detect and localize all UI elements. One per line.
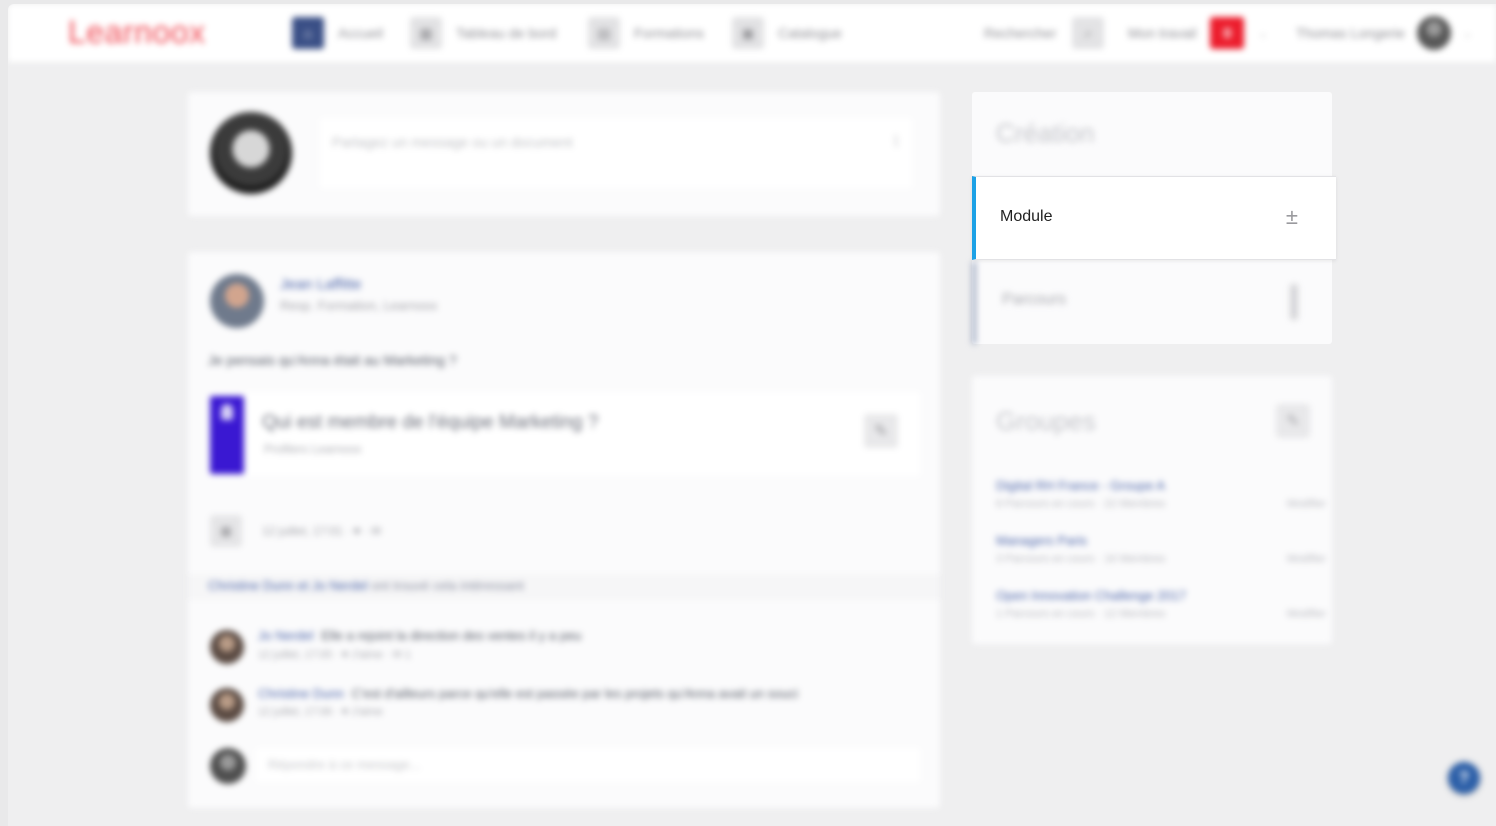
nav-item-catalogue[interactable]: ▣ Catalogue	[732, 17, 842, 49]
reply-input[interactable]: Répondre à ce message...	[256, 748, 920, 782]
group-meta: 1 Parcours en cours · 12 Membres	[996, 608, 1166, 620]
search-area[interactable]: Rechercher ⌕	[984, 17, 1105, 49]
create-parcours-button[interactable]: Parcours	[972, 262, 1332, 344]
nav-label: Catalogue	[778, 25, 842, 41]
creation-title: Création	[996, 118, 1095, 148]
quiz-subtitle: Profilers Learnoox	[264, 442, 362, 456]
group-item[interactable]: Open Innovation Challenge 2017 1 Parcour…	[996, 588, 1326, 628]
quiz-card[interactable]: Qui est membre de l'équipe Marketing ? P…	[210, 392, 920, 476]
attachment-icon[interactable]: ⌇	[892, 132, 900, 152]
group-name[interactable]: Open Innovation Challenge 2017	[996, 588, 1186, 603]
formations-icon: ▤	[588, 17, 620, 49]
app-frame: Learnoox ⌂ Accueil ▦ Tableau de bord ▤ F…	[8, 4, 1496, 826]
edit-icon[interactable]: ✎	[864, 414, 898, 448]
group-item[interactable]: Digital RH France - Groupe A 8 Parcours …	[996, 478, 1326, 518]
post-composer: Partagez un message ou un document ⌇	[188, 92, 940, 216]
user-menu[interactable]: Thomas Longerie ⌄	[1296, 16, 1472, 50]
search-label: Rechercher	[984, 25, 1057, 41]
nav-label: Tableau de bord	[456, 25, 557, 41]
create-module-button[interactable]: Module ±	[972, 176, 1336, 260]
likes-names[interactable]: Christine Dunn et Jo Nerdel	[208, 578, 368, 593]
comment-text: C'est d'ailleurs parce qu'elle est passé…	[351, 686, 799, 701]
comment-author[interactable]: Christine Dunn	[258, 686, 344, 701]
post-meta-text: 12 juillet, 17:01 · ♥ · ✉	[262, 524, 382, 538]
post-author[interactable]: Jean Laffitte	[280, 276, 361, 293]
avatar	[210, 748, 246, 784]
comment-meta[interactable]: 12 juillet, 17:05 · ♥ J'aime · ✉ 1	[258, 648, 411, 661]
quiz-icon	[210, 396, 244, 474]
likes-text: ont trouvé cela intéressant	[371, 578, 524, 593]
feed-post: Jean Laffitte Resp. Formation, Learnoox …	[188, 252, 940, 808]
chevron-down-icon[interactable]: ⌄	[1463, 27, 1472, 40]
comment-line: Christine Dunn C'est d'ailleurs parce qu…	[258, 686, 798, 701]
chevron-down-icon[interactable]: ⌄	[1258, 27, 1267, 40]
comment-text: Elle a rejoint la direction des ventes i…	[321, 628, 582, 643]
comment-item: Jo Nerdel Elle a rejoint la direction de…	[210, 624, 910, 668]
comment-author[interactable]: Jo Nerdel	[258, 628, 314, 643]
reply-area: Répondre à ce message...	[210, 748, 920, 784]
avatar[interactable]	[210, 688, 244, 722]
group-meta: 8 Parcours en cours · 22 Membres	[996, 498, 1166, 510]
mon-travail-area[interactable]: Mon travail 0 ⌄	[1128, 17, 1268, 49]
add-group-icon[interactable]: ✎	[1276, 404, 1310, 438]
group-name[interactable]: Digital RH France - Groupe A	[996, 478, 1165, 493]
message-placeholder: Partagez un message ou un document	[332, 134, 573, 150]
comment-line: Jo Nerdel Elle a rejoint la direction de…	[258, 628, 581, 643]
avatar	[210, 112, 292, 194]
comment-item: Christine Dunn C'est d'ailleurs parce qu…	[210, 682, 910, 726]
comment-meta[interactable]: 12 juillet, 17:06 · ♥ J'aime	[258, 706, 383, 718]
avatar[interactable]	[210, 630, 244, 664]
parcours-icon	[1290, 284, 1298, 320]
post-author-role: Resp. Formation, Learnoox	[280, 298, 438, 313]
group-edit-link[interactable]: Modifier	[1287, 553, 1326, 565]
message-input[interactable]: Partagez un message ou un document ⌇	[320, 118, 912, 188]
nav-label: Accueil	[338, 25, 384, 41]
author-avatar[interactable]	[210, 274, 264, 328]
module-label: Module	[1000, 208, 1053, 225]
user-avatar[interactable]	[1416, 16, 1451, 50]
nav-label: Formations	[634, 25, 705, 41]
user-name: Thomas Longerie	[1296, 25, 1405, 41]
likes-bar: Christine Dunn et Jo Nerdel ont trouvé c…	[188, 574, 940, 600]
groups-panel: Groupes ✎ Digital RH France - Groupe A 8…	[972, 376, 1332, 644]
top-header: Learnoox ⌂ Accueil ▦ Tableau de bord ▤ F…	[8, 4, 1496, 62]
help-button[interactable]: ?	[1448, 762, 1480, 794]
post-text: Je pensais qu'Anna était au Marketing ?	[208, 352, 457, 368]
calendar-icon: ▦	[210, 515, 242, 547]
module-icon: ±	[1285, 204, 1298, 229]
app-logo[interactable]: Learnoox	[68, 14, 205, 51]
post-meta: ▦ 12 juillet, 17:01 · ♥ · ✉	[210, 515, 382, 547]
groups-title: Groupes	[996, 406, 1096, 436]
group-edit-link[interactable]: Modifier	[1287, 498, 1326, 510]
parcours-label: Parcours	[1002, 291, 1067, 308]
group-name[interactable]: Managers Paris	[996, 533, 1087, 548]
nav-item-tableau-de-bord[interactable]: ▦ Tableau de bord	[410, 17, 557, 49]
search-icon[interactable]: ⌕	[1072, 17, 1105, 49]
home-icon: ⌂	[292, 17, 324, 49]
mon-travail-label: Mon travail	[1128, 25, 1197, 41]
group-edit-link[interactable]: Modifier	[1287, 608, 1326, 620]
nav-item-formations[interactable]: ▤ Formations	[588, 17, 705, 49]
group-meta: 3 Parcours en cours · 16 Membres	[996, 553, 1166, 565]
creation-panel: Création Module ± Parcours	[972, 92, 1336, 344]
notification-badge[interactable]: 0	[1210, 17, 1245, 49]
catalogue-icon: ▣	[732, 17, 764, 49]
quiz-title[interactable]: Qui est membre de l'équipe Marketing ?	[262, 412, 598, 434]
nav-item-accueil[interactable]: ⌂ Accueil	[292, 17, 384, 49]
dashboard-icon: ▦	[410, 17, 442, 49]
group-item[interactable]: Managers Paris 3 Parcours en cours · 16 …	[996, 533, 1326, 573]
